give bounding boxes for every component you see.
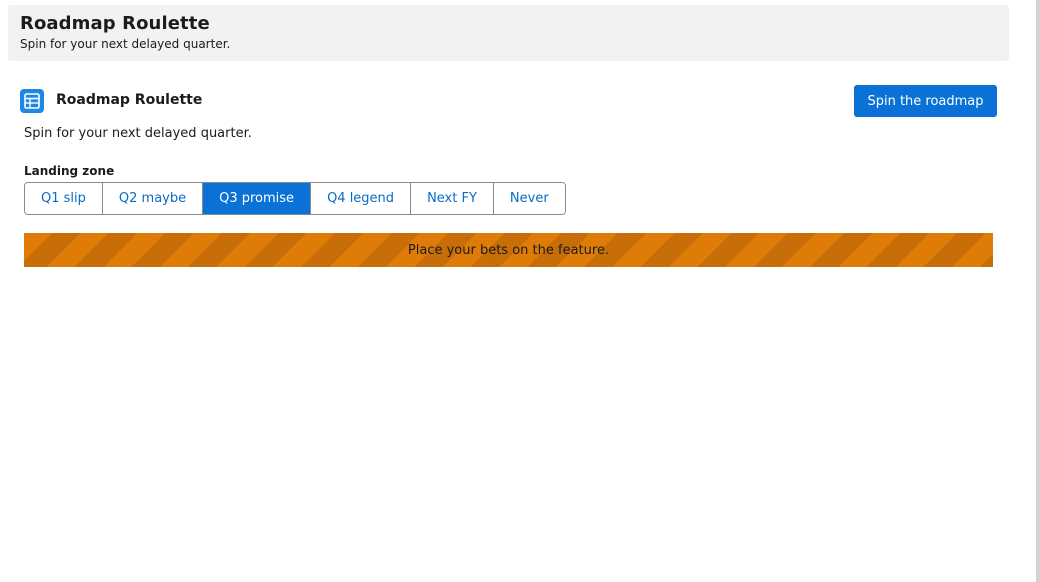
landing-zone-selector: Q1 slip Q2 maybe Q3 promise Q4 legend Ne…: [24, 182, 566, 215]
card-description: Spin for your next delayed quarter.: [24, 126, 252, 141]
banner-message: Place your bets on the feature.: [407, 242, 610, 258]
table-icon: [20, 89, 44, 113]
option-q3-promise[interactable]: Q3 promise: [203, 183, 312, 214]
option-q2-maybe[interactable]: Q2 maybe: [102, 183, 204, 214]
landing-zone-label: Landing zone: [24, 164, 115, 178]
window-edge: [1036, 0, 1040, 582]
spin-roadmap-button[interactable]: Spin the roadmap: [854, 85, 997, 117]
card-title: Roadmap Roulette: [56, 92, 203, 108]
option-q1-slip[interactable]: Q1 slip: [25, 183, 103, 214]
page-header: Roadmap Roulette Spin for your next dela…: [8, 5, 1009, 61]
option-next-fy[interactable]: Next FY: [411, 183, 494, 214]
option-never[interactable]: Never: [493, 183, 565, 214]
page-subtitle: Spin for your next delayed quarter.: [20, 37, 231, 51]
page-title: Roadmap Roulette: [20, 13, 210, 34]
status-banner: Place your bets on the feature.: [24, 233, 993, 267]
option-q4-legend[interactable]: Q4 legend: [311, 183, 412, 214]
